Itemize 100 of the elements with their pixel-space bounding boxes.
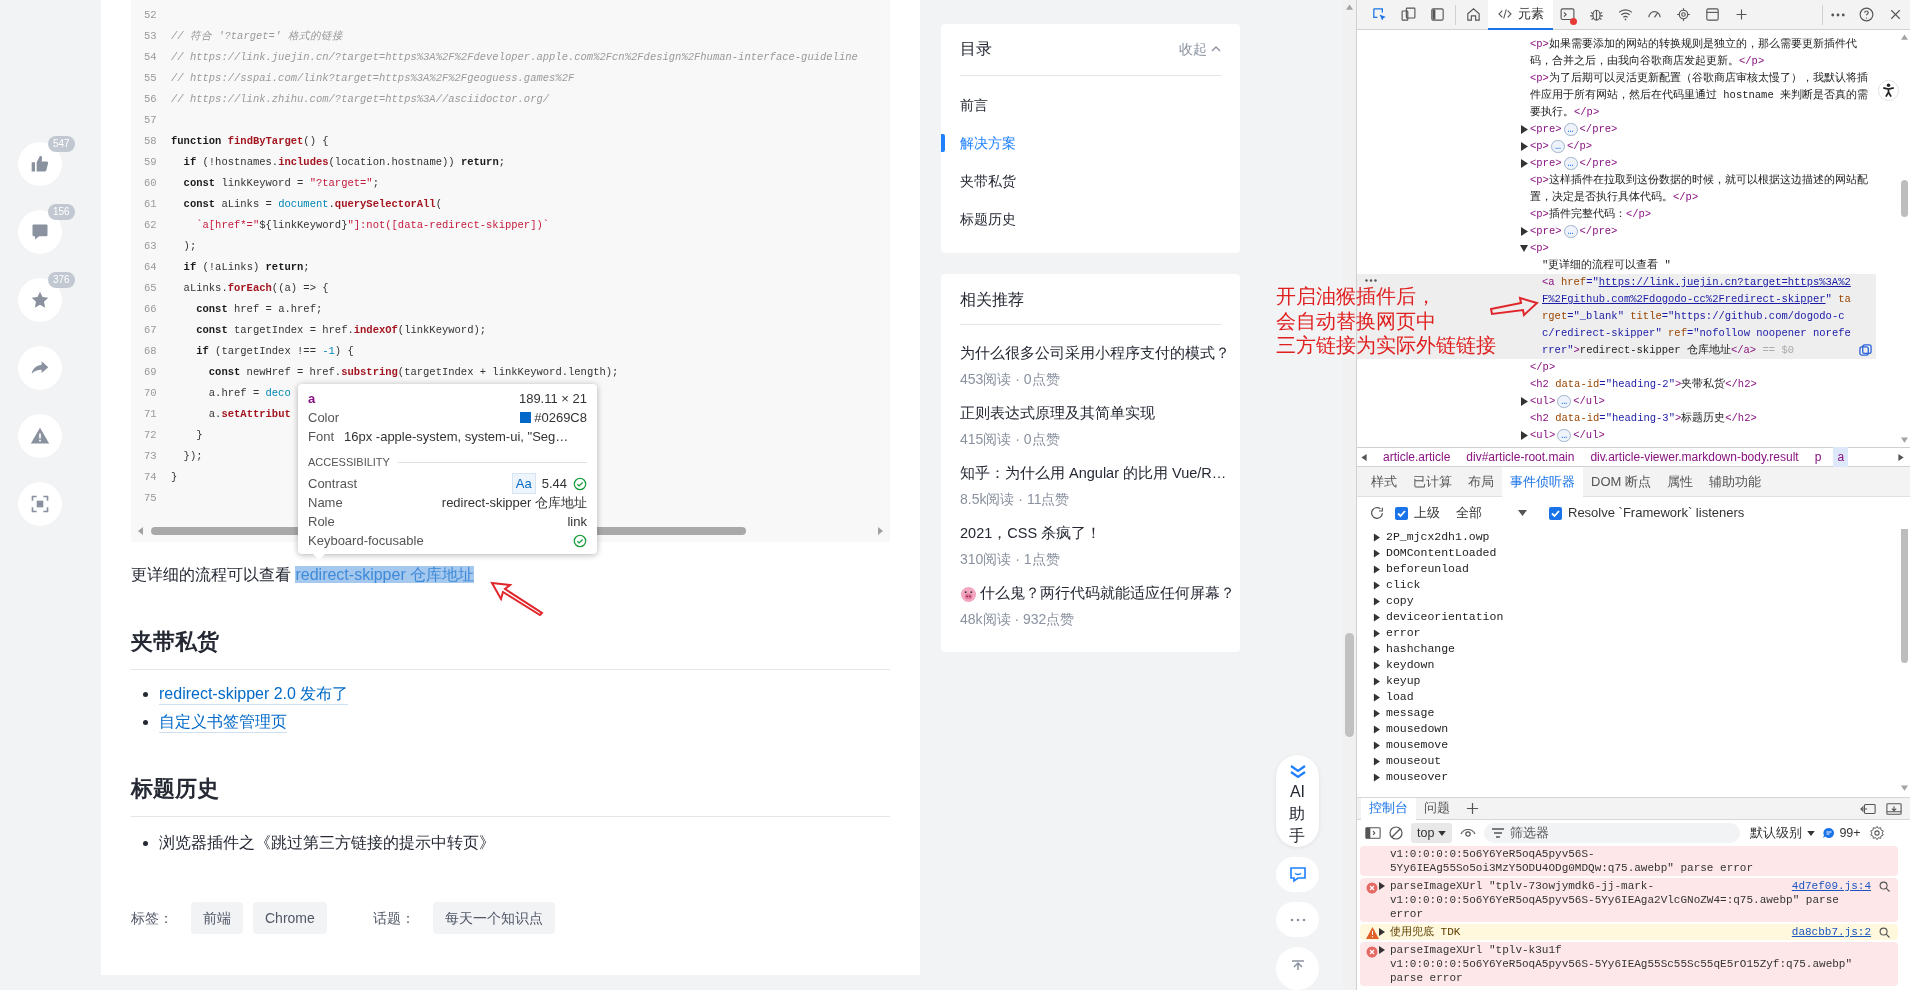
event-listener-item[interactable]: error [1386, 624, 1421, 642]
share-button[interactable] [18, 346, 62, 390]
event-listener-item[interactable]: load [1386, 688, 1414, 706]
caret-icon[interactable] [1373, 580, 1380, 590]
caret-icon[interactable] [1373, 676, 1380, 686]
feedback-button[interactable] [1276, 857, 1319, 892]
checkbox-checked[interactable] [1395, 506, 1408, 520]
caret-icon[interactable] [1373, 564, 1380, 574]
caret-icon[interactable] [1373, 724, 1380, 734]
event-listener-item[interactable]: mousedown [1386, 720, 1449, 738]
eye-icon[interactable] [1460, 827, 1477, 839]
report-button[interactable] [18, 414, 62, 458]
panel-tab[interactable]: DOM 断点 [1583, 466, 1659, 497]
clear-icon[interactable] [1389, 826, 1403, 840]
element-tree-row[interactable]: <p>如果需要添加的网站的转换规则是独立的，那么需要更新插件代码，合并之后，由我向谷歌商店发起更新。</p> [1530, 36, 1876, 70]
element-tree-row[interactable]: <ul> … </ul> [1530, 427, 1876, 444]
breadcrumb-item[interactable]: a [1833, 447, 1849, 467]
event-listener-item[interactable]: deviceorientation [1386, 608, 1504, 626]
caret-icon[interactable] [1373, 708, 1380, 718]
source-link[interactable]: da8cbb7.js:2 [1791, 925, 1871, 939]
elements-tab[interactable]: 元素 [1488, 0, 1553, 30]
event-listener-item[interactable]: mousemove [1386, 736, 1449, 754]
fullscreen-button[interactable] [18, 482, 62, 526]
breadcrumb-item[interactable]: div.article-viewer.markdown-body.result [1586, 447, 1803, 467]
caret-icon[interactable] [1373, 772, 1380, 782]
element-tree-row[interactable]: <p>插件完整代码：</p> [1530, 206, 1876, 223]
element-tree-row[interactable]: <pre> … </pre> [1530, 121, 1876, 138]
event-listener-item[interactable]: mouseout [1386, 752, 1442, 770]
element-tree-row[interactable]: <a href="https://link.juejin.cn?target=https%3A%2F%2Fgithub.com%2Fdogodo-cc%2Fredirect-skipper" target="_blank" title="https://github.com/dogodo-cc/redirect-skipper" ref="nofollow noopener noreferrer">redirect-skipper 仓库地址</a> == $0 [1542, 274, 1854, 359]
panel-tab[interactable]: 样式 [1363, 466, 1405, 497]
event-listener-item[interactable]: keyup [1386, 672, 1421, 690]
tag[interactable]: Chrome [253, 902, 327, 934]
plus-icon[interactable] [1466, 802, 1479, 815]
panel-tab[interactable]: 辅助功能 [1700, 466, 1769, 497]
breadcrumb-item[interactable]: article.article [1379, 447, 1455, 467]
event-listener-item[interactable]: mouseover [1386, 768, 1449, 786]
event-listener-item[interactable]: copy [1386, 592, 1414, 610]
settings-icon[interactable] [1868, 825, 1885, 841]
level-dropdown[interactable]: 默认级别 [1750, 823, 1816, 843]
caret-icon[interactable] [1520, 397, 1528, 406]
caret-icon[interactable] [1373, 740, 1380, 750]
element-tree-row[interactable]: </p> [1530, 359, 1876, 376]
breadcrumb-item[interactable]: div#article-root.main [1462, 447, 1579, 467]
panel-tab[interactable]: 布局 [1460, 466, 1502, 497]
context-dropdown[interactable]: top [1411, 823, 1453, 843]
caret-icon[interactable] [1373, 548, 1380, 558]
caret-icon[interactable] [1373, 596, 1380, 606]
element-tree-row[interactable]: <p> … </p> [1530, 138, 1876, 155]
toc-item[interactable]: 解决方案 [960, 132, 1016, 154]
element-tree-row[interactable]: <p> [1530, 240, 1876, 257]
event-listener-item[interactable]: click [1386, 576, 1421, 594]
element-tree-row[interactable]: "更详细的流程可以查看 " [1542, 257, 1876, 274]
caret-icon[interactable] [1520, 431, 1528, 440]
caret-icon[interactable] [1520, 125, 1528, 134]
search-icon[interactable] [1879, 880, 1890, 892]
event-listener-item[interactable]: DOMContentLoaded [1386, 544, 1497, 562]
panel-tab[interactable]: 事件侦听器 [1502, 466, 1583, 497]
caret-icon[interactable] [1520, 159, 1528, 168]
event-listener-item[interactable]: message [1386, 704, 1435, 722]
element-tree-row[interactable]: <ul> … </ul> [1530, 393, 1876, 410]
related-article-link[interactable]: 什么鬼？两行代码就能适应任何屏幕？ [980, 583, 1235, 605]
topic-tag[interactable]: 每天一个知识点 [432, 902, 555, 934]
sidebar-toggle-icon[interactable] [1365, 826, 1381, 840]
element-tree-row[interactable]: <pre> … </pre> [1530, 223, 1876, 240]
filter-field[interactable]: 筛选器 [1484, 823, 1741, 843]
search-icon[interactable] [1879, 926, 1890, 938]
caret-icon[interactable] [1520, 227, 1528, 236]
source-link[interactable]: 4d7ef09.js:4 [1791, 879, 1871, 893]
toc-item[interactable]: 前言 [960, 94, 988, 116]
breadcrumb-item[interactable]: p [1810, 447, 1826, 467]
related-article-link[interactable]: 为什么很多公司采用小程序支付的模式？ [960, 343, 1230, 365]
panel-tab[interactable]: 属性 [1658, 466, 1701, 497]
event-listener-item[interactable]: beforeunload [1386, 560, 1469, 578]
undock-icon[interactable] [1860, 801, 1876, 816]
toc-item[interactable]: 夹带私货 [960, 170, 1016, 192]
toc-item[interactable]: 标题历史 [960, 208, 1016, 230]
caret-icon[interactable] [1520, 142, 1528, 151]
list-link[interactable]: redirect-skipper 2.0 发布了 [159, 683, 349, 705]
related-article-link[interactable]: 知乎：为什么用 Angular 的比用 Vue/R… [960, 463, 1227, 485]
event-listener-item[interactable]: keydown [1386, 656, 1435, 674]
drawer-tab[interactable]: 问题 [1416, 797, 1458, 820]
related-article-link[interactable]: 正则表达式原理及其简单实现 [960, 403, 1155, 425]
caret-icon[interactable] [1373, 644, 1380, 654]
related-article-link[interactable]: 2021，CSS 杀疯了！ [960, 523, 1102, 545]
caret-icon[interactable] [1520, 244, 1528, 253]
element-tree-row[interactable]: <h2 data-id="heading-2">夹带私货</h2> [1530, 376, 1876, 393]
dock-bottom-icon[interactable] [1886, 801, 1902, 816]
caret-icon[interactable] [1373, 756, 1380, 766]
caret-icon[interactable] [1373, 692, 1380, 702]
element-tree-row[interactable]: <pre> … </pre> [1530, 155, 1876, 172]
caret-icon[interactable] [1373, 628, 1380, 638]
panel-tab[interactable]: 已计算 [1405, 466, 1460, 497]
element-tree-row[interactable]: <p>这样插件在拉取到这份数据的时候，就可以根据这边描述的网站配置，决定是否执行具体代码。</p> [1530, 172, 1876, 206]
element-tree-row[interactable]: <h2 data-id="heading-3">标题历史</h2> [1530, 410, 1876, 427]
tag[interactable]: 前端 [191, 902, 243, 934]
event-listener-item[interactable]: hashchange [1386, 640, 1455, 658]
refresh-icon[interactable] [1369, 505, 1385, 521]
element-tree-row[interactable]: <p>为了后期可以灵活更新配置（谷歌商店审核太慢了），我默认将插件应用于所有网站，然后在代码里通过 hostname 来判断是否真的需要执行。</p> [1530, 70, 1876, 121]
scope-dropdown[interactable]: 全部 [1456, 503, 1482, 523]
event-listener-item[interactable]: 2P_mjcx2dh1.owp [1386, 529, 1490, 546]
